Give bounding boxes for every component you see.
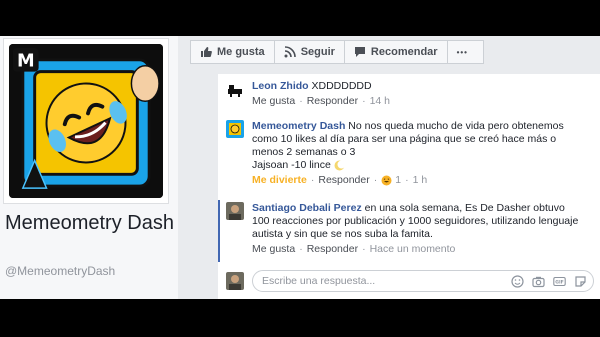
comment-meta: Me gusta · Responder · Hace un momento <box>252 243 582 256</box>
reply-comment-link[interactable]: Responder <box>307 95 358 108</box>
comment-text-second: Jajsoan -10 lince <box>252 159 331 171</box>
separator-dot: · <box>362 95 366 107</box>
geometry-dash-laughing-logo: M <box>9 44 163 198</box>
haha-emoji-icon <box>381 175 392 186</box>
avatar <box>226 272 244 290</box>
separator-dot: · <box>299 95 303 107</box>
reaction-summary[interactable]: 1 <box>381 174 401 187</box>
avatar[interactable] <box>226 80 244 98</box>
follow-page-label: Seguir <box>300 46 335 58</box>
comment-author[interactable]: Memeometry Dash <box>252 120 345 132</box>
separator-dot: · <box>362 243 366 255</box>
comment-item: Santiago Debali Perez en una sola semana… <box>226 202 582 256</box>
recommend-page-button[interactable]: Recomendar <box>345 41 448 63</box>
comment-author[interactable]: Santiago Debali Perez <box>252 202 362 214</box>
current-user-avatar-icon <box>226 272 244 290</box>
user-photo-avatar-icon <box>226 202 244 220</box>
reply-input[interactable]: Escribe una respuesta... GIF <box>252 270 594 292</box>
page-title[interactable]: Memeometry Dash <box>5 212 175 235</box>
comment-body: Santiago Debali Perez en una sola semana… <box>252 202 582 256</box>
page-action-bar: Me gusta Seguir Recomendar ••• <box>190 40 484 64</box>
avatar[interactable] <box>226 120 244 138</box>
separator-dot: · <box>373 174 378 186</box>
svg-text:M: M <box>17 52 35 72</box>
separator-dot: · <box>310 174 315 186</box>
svg-text:GIF: GIF <box>555 279 563 285</box>
reply-tools: GIF <box>511 274 587 288</box>
like-page-label: Me gusta <box>217 46 265 58</box>
moon-emoji-icon <box>334 160 345 171</box>
comment-text-line: Jajsoan -10 lince <box>252 159 582 172</box>
follow-page-button[interactable]: Seguir <box>275 41 345 63</box>
comment-meta: Me divierte · Responder · 1 · 1 h <box>252 174 582 187</box>
comment-timestamp[interactable]: 14 h <box>370 95 390 108</box>
reaction-count: 1 <box>395 174 402 186</box>
comment-meta: Me gusta · Responder · 14 h <box>252 95 582 108</box>
comment-item: Memeometry Dash No nos queda mucho de vi… <box>226 120 582 187</box>
cow-avatar-icon <box>226 80 244 98</box>
camera-icon[interactable] <box>532 275 545 288</box>
comment-body: Memeometry Dash No nos queda mucho de vi… <box>252 120 582 187</box>
rss-icon <box>284 46 296 58</box>
comment-item: Leon Zhido XDDDDDDD Me gusta · Responder… <box>226 80 582 108</box>
comment-author[interactable]: Leon Zhido <box>252 80 309 92</box>
gif-icon[interactable]: GIF <box>553 275 566 288</box>
separator-dot: · <box>405 174 409 186</box>
page-sidebar: M Memeometry Dash @MemeometryDash <box>0 36 178 299</box>
comments-panel: Leon Zhido XDDDDDDD Me gusta · Responder… <box>218 74 600 299</box>
reply-comment-link[interactable]: Responder <box>318 174 369 187</box>
reply-composer: Escribe una respuesta... GIF <box>226 270 594 292</box>
highlight-bar <box>218 200 220 262</box>
thumbs-up-icon <box>201 47 212 57</box>
profile-image: M <box>9 44 163 198</box>
like-page-button[interactable]: Me gusta <box>191 41 275 63</box>
reply-placeholder: Escribe una respuesta... <box>262 275 376 287</box>
comment-timestamp[interactable]: 1 h <box>413 174 428 187</box>
avatar[interactable] <box>226 202 244 220</box>
page-username[interactable]: @MemeometryDash <box>5 264 115 278</box>
comment-text: XDDDDDDD <box>311 80 372 92</box>
reply-comment-link[interactable]: Responder <box>307 243 358 256</box>
recommend-page-label: Recomendar <box>370 46 438 58</box>
comment-body: Leon Zhido XDDDDDDD Me gusta · Responder… <box>252 80 582 108</box>
ellipsis-icon: ••• <box>456 47 468 57</box>
sticker-icon[interactable] <box>574 275 587 288</box>
haha-reaction-link[interactable]: Me divierte <box>252 174 307 187</box>
emoji-icon[interactable] <box>511 274 524 288</box>
like-comment-link[interactable]: Me gusta <box>252 243 295 256</box>
comment-timestamp[interactable]: Hace un momento <box>370 243 456 256</box>
page-profile-picture[interactable]: M <box>3 38 169 204</box>
separator-dot: · <box>299 243 303 255</box>
more-options-button[interactable]: ••• <box>448 41 477 63</box>
screenshot-frame: M Memeometry Dash @MemeometryDash Me gus… <box>0 36 600 299</box>
speech-bubble-icon <box>354 47 365 57</box>
page-avatar-icon <box>226 120 244 138</box>
like-comment-link[interactable]: Me gusta <box>252 95 295 108</box>
